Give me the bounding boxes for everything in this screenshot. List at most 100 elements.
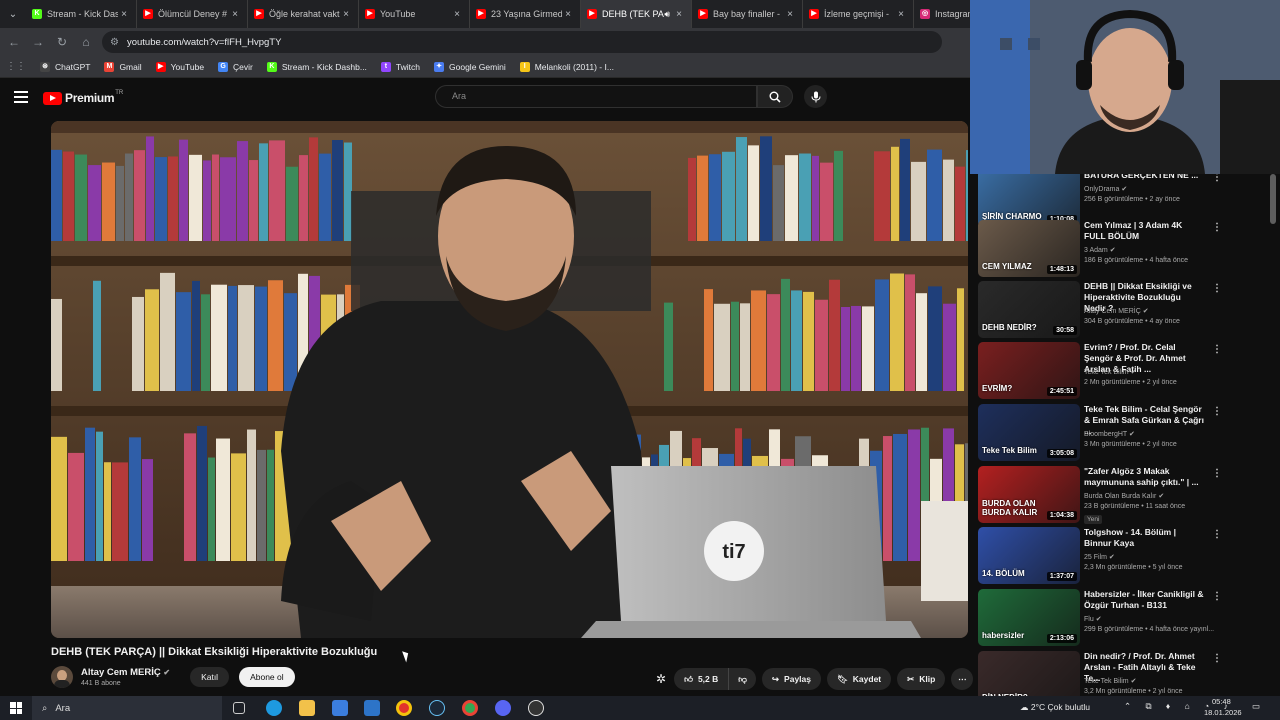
- browser-tab[interactable]: ▶ Ölümcül Deney # ×: [137, 0, 248, 28]
- tab-close-icon[interactable]: ×: [118, 9, 130, 20]
- video-title[interactable]: Habersizler - İlker Canikligil & Özgür T…: [1084, 589, 1204, 611]
- video-thumbnail[interactable]: EVRİM? 2:45:51: [978, 342, 1080, 399]
- video-title[interactable]: Tolgshow - 14. Bölüm | Binnur Kaya: [1084, 527, 1204, 549]
- tab-close-icon[interactable]: ×: [562, 9, 574, 20]
- recommended-video[interactable]: EVRİM? 2:45:51 Evrim? / Prof. Dr. Celal Şe…: [978, 342, 1268, 402]
- recommended-video[interactable]: BURDA OLAN BURDA KALIR 1:04:38 "Zafer Algö…: [978, 466, 1268, 526]
- mail-icon[interactable]: [364, 700, 380, 716]
- browser-tab[interactable]: ▶ İzleme geçmişi - ×: [803, 0, 914, 28]
- save-button[interactable]: 🔖︎ Kaydet: [827, 668, 892, 690]
- tab-close-icon[interactable]: ×: [229, 9, 241, 20]
- chrome-profile-icon[interactable]: [462, 700, 478, 716]
- channel-avatar[interactable]: [51, 666, 73, 688]
- more-options-icon[interactable]: ⋮: [1212, 468, 1222, 479]
- browser-tab[interactable]: ▶23 Yaşına Girmeden×: [470, 0, 581, 28]
- more-options-icon[interactable]: ⋮: [1212, 283, 1222, 294]
- notifications-icon[interactable]: ▭: [1252, 701, 1260, 712]
- join-button[interactable]: Katıl: [190, 667, 230, 687]
- bookmark-item[interactable]: I Melankoli (2011) - I...: [519, 61, 614, 72]
- tab-close-icon[interactable]: ×: [784, 9, 796, 20]
- channel-name[interactable]: Altay Cem MERİÇ ✔: [81, 667, 170, 678]
- video-thumbnail[interactable]: DİN NEDİR?: [978, 651, 1080, 696]
- browser-tab[interactable]: ▶ Öğle kerahat vakti ×: [248, 0, 359, 28]
- file-explorer-icon[interactable]: [299, 700, 315, 716]
- video-thumbnail[interactable]: habersizler 2:13:06: [978, 589, 1080, 646]
- chrome-icon[interactable]: [396, 700, 412, 716]
- browser-tab[interactable]: ▶ YouTube ×: [359, 0, 470, 28]
- sparkle-icon[interactable]: ✲: [656, 672, 666, 686]
- bookmark-item[interactable]: t Twitch: [380, 61, 420, 72]
- url-field[interactable]: ⚙ youtube.com/watch?v=flFH_HvpgTY: [102, 31, 942, 53]
- recommended-video[interactable]: CEM YILMAZ 1:48:13 Cem Yılmaz | 3 Adam 4K …: [978, 220, 1268, 280]
- tab-close-icon[interactable]: ×: [340, 9, 352, 20]
- youtube-premium-logo[interactable]: Premium TR: [43, 90, 123, 105]
- bookmark-item[interactable]: M Gmail: [104, 61, 142, 72]
- recommended-video[interactable]: Teke Tek Bilim 3:05:08 Teke Tek Bilim - Ce…: [978, 404, 1268, 464]
- video-thumbnail[interactable]: DEHB NEDİR? 30:58: [978, 281, 1080, 338]
- more-options-icon[interactable]: ⋮: [1212, 591, 1222, 602]
- video-thumbnail[interactable]: Teke Tek Bilim 3:05:08: [978, 404, 1080, 461]
- subscribe-button[interactable]: Abone ol: [239, 667, 295, 687]
- voice-search-button[interactable]: [804, 85, 827, 108]
- tab-search-icon[interactable]: ⌄: [0, 0, 26, 28]
- taskbar-search[interactable]: ⌕ Ara: [32, 696, 222, 720]
- book: [269, 140, 285, 241]
- video-title[interactable]: "Zafer Algöz 3 Makak maymununa sahip çık…: [1084, 466, 1204, 488]
- video-thumbnail[interactable]: 14. BÖLÜM 1:37:07: [978, 527, 1080, 584]
- tab-close-icon[interactable]: ×: [673, 9, 685, 20]
- video-thumbnail[interactable]: CEM YILMAZ 1:48:13: [978, 220, 1080, 277]
- steam-icon[interactable]: [429, 700, 445, 716]
- recommended-video[interactable]: habersizler 2:13:06 Habersizler - İlker Ca…: [978, 589, 1268, 649]
- menu-icon[interactable]: [14, 91, 28, 103]
- dislike-button[interactable]: 👎︎: [729, 674, 756, 685]
- more-options-icon[interactable]: ⋮: [1212, 653, 1222, 664]
- discord-icon[interactable]: [495, 700, 511, 716]
- share-button[interactable]: ↪ Paylaş: [761, 668, 821, 690]
- apps-icon[interactable]: ⋮⋮: [6, 61, 26, 72]
- browser-tab[interactable]: ▶ Bay bay finaller - ×: [692, 0, 803, 28]
- recommended-video[interactable]: DİN NEDİR?Din nedir? / Prof. Dr. Ahmet A…: [978, 651, 1268, 696]
- recommendations-list: ŞİRİN CHARMO1:10:08BATURA GERÇEKTEN NE .…: [978, 174, 1270, 696]
- forward-icon[interactable]: →: [26, 30, 50, 54]
- edge-icon[interactable]: [266, 700, 282, 716]
- more-actions-button[interactable]: ⋯: [951, 668, 974, 690]
- windows-start-icon[interactable]: [10, 702, 22, 714]
- book: [125, 153, 133, 241]
- more-options-icon[interactable]: ⋮: [1212, 174, 1222, 183]
- browser-tab[interactable]: K Stream - Kick Dash ×: [26, 0, 137, 28]
- bookmark-item[interactable]: ✦ Google Gemini: [434, 61, 506, 72]
- video-title[interactable]: Cem Yılmaz | 3 Adam 4K FULL BÖLÜM: [1084, 220, 1204, 242]
- more-options-icon[interactable]: ⋮: [1212, 344, 1222, 355]
- like-button[interactable]: 👍︎ 5,2 B: [674, 668, 730, 690]
- site-info-icon[interactable]: ⚙: [110, 37, 119, 48]
- task-view-icon[interactable]: [233, 702, 245, 714]
- bookmark-item[interactable]: ▶ YouTube: [155, 61, 204, 72]
- more-options-icon[interactable]: ⋮: [1212, 406, 1222, 417]
- recommended-video[interactable]: 14. BÖLÜM 1:37:07 Tolgshow - 14. Bölüm | B…: [978, 527, 1268, 587]
- tab-close-icon[interactable]: ×: [451, 9, 463, 20]
- search-input[interactable]: Ara: [435, 85, 757, 108]
- recommended-video[interactable]: DEHB NEDİR? 30:58 DEHB || Dikkat Eksikliği…: [978, 281, 1268, 341]
- bookmark-item[interactable]: G Çevir: [218, 61, 253, 72]
- browser-tab[interactable]: ▶ DEHB (TEK PA 🔊︎ ×: [581, 0, 692, 28]
- weather-widget[interactable]: ☁ 2°C Çok bulutlu: [1020, 702, 1090, 713]
- reload-icon[interactable]: ↻: [50, 30, 74, 54]
- more-options-icon[interactable]: ⋮: [1212, 529, 1222, 540]
- search-button[interactable]: [757, 85, 793, 108]
- store-icon[interactable]: [332, 700, 348, 716]
- home-icon[interactable]: ⌂: [74, 30, 98, 54]
- back-icon[interactable]: ←: [2, 30, 26, 54]
- speaker-icon[interactable]: 🔊︎: [664, 9, 670, 20]
- obs-icon[interactable]: [528, 700, 544, 716]
- bookmark-item[interactable]: K Stream - Kick Dashb...: [266, 61, 367, 72]
- bookmark-item[interactable]: ⊛ ChatGPT: [40, 61, 90, 72]
- tab-close-icon[interactable]: ×: [895, 9, 907, 20]
- book: [145, 289, 159, 391]
- sidebar-scrollbar[interactable]: [1270, 174, 1276, 224]
- more-options-icon[interactable]: ⋮: [1212, 222, 1222, 233]
- video-title[interactable]: BATURA GERÇEKTEN NE ...: [1084, 174, 1204, 181]
- clip-button[interactable]: ✂ Klip: [897, 668, 946, 690]
- video-thumbnail[interactable]: BURDA OLAN BURDA KALIR 1:04:38: [978, 466, 1080, 523]
- video-player[interactable]: ti7: [51, 121, 968, 638]
- clock-time: 05:48: [1212, 697, 1231, 706]
